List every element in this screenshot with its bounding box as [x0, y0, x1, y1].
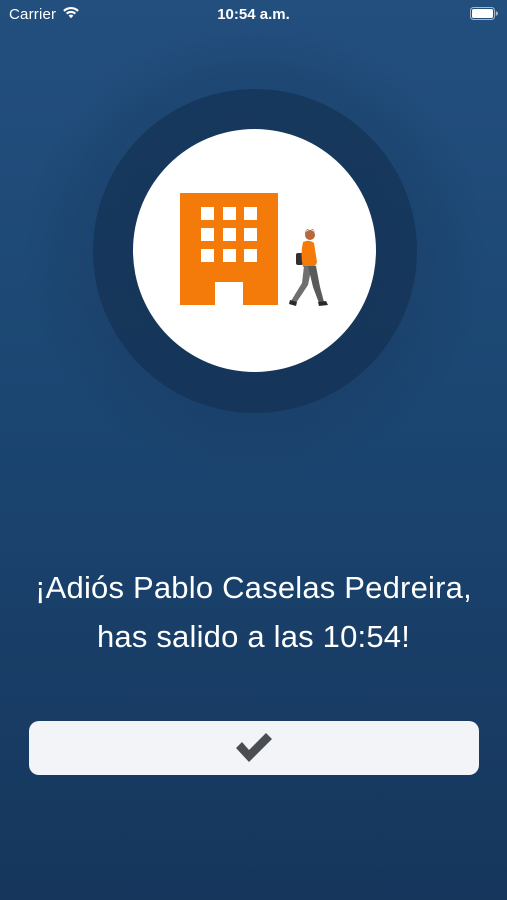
status-time: 10:54 a.m. [217, 6, 290, 23]
building-icon [180, 193, 278, 305]
farewell-message: ¡Adiós Pablo Caselas Pedreira, has salid… [35, 570, 472, 654]
walking-person-icon [289, 229, 328, 306]
checkmark-icon[interactable] [233, 730, 275, 766]
battery-icon [470, 7, 498, 20]
